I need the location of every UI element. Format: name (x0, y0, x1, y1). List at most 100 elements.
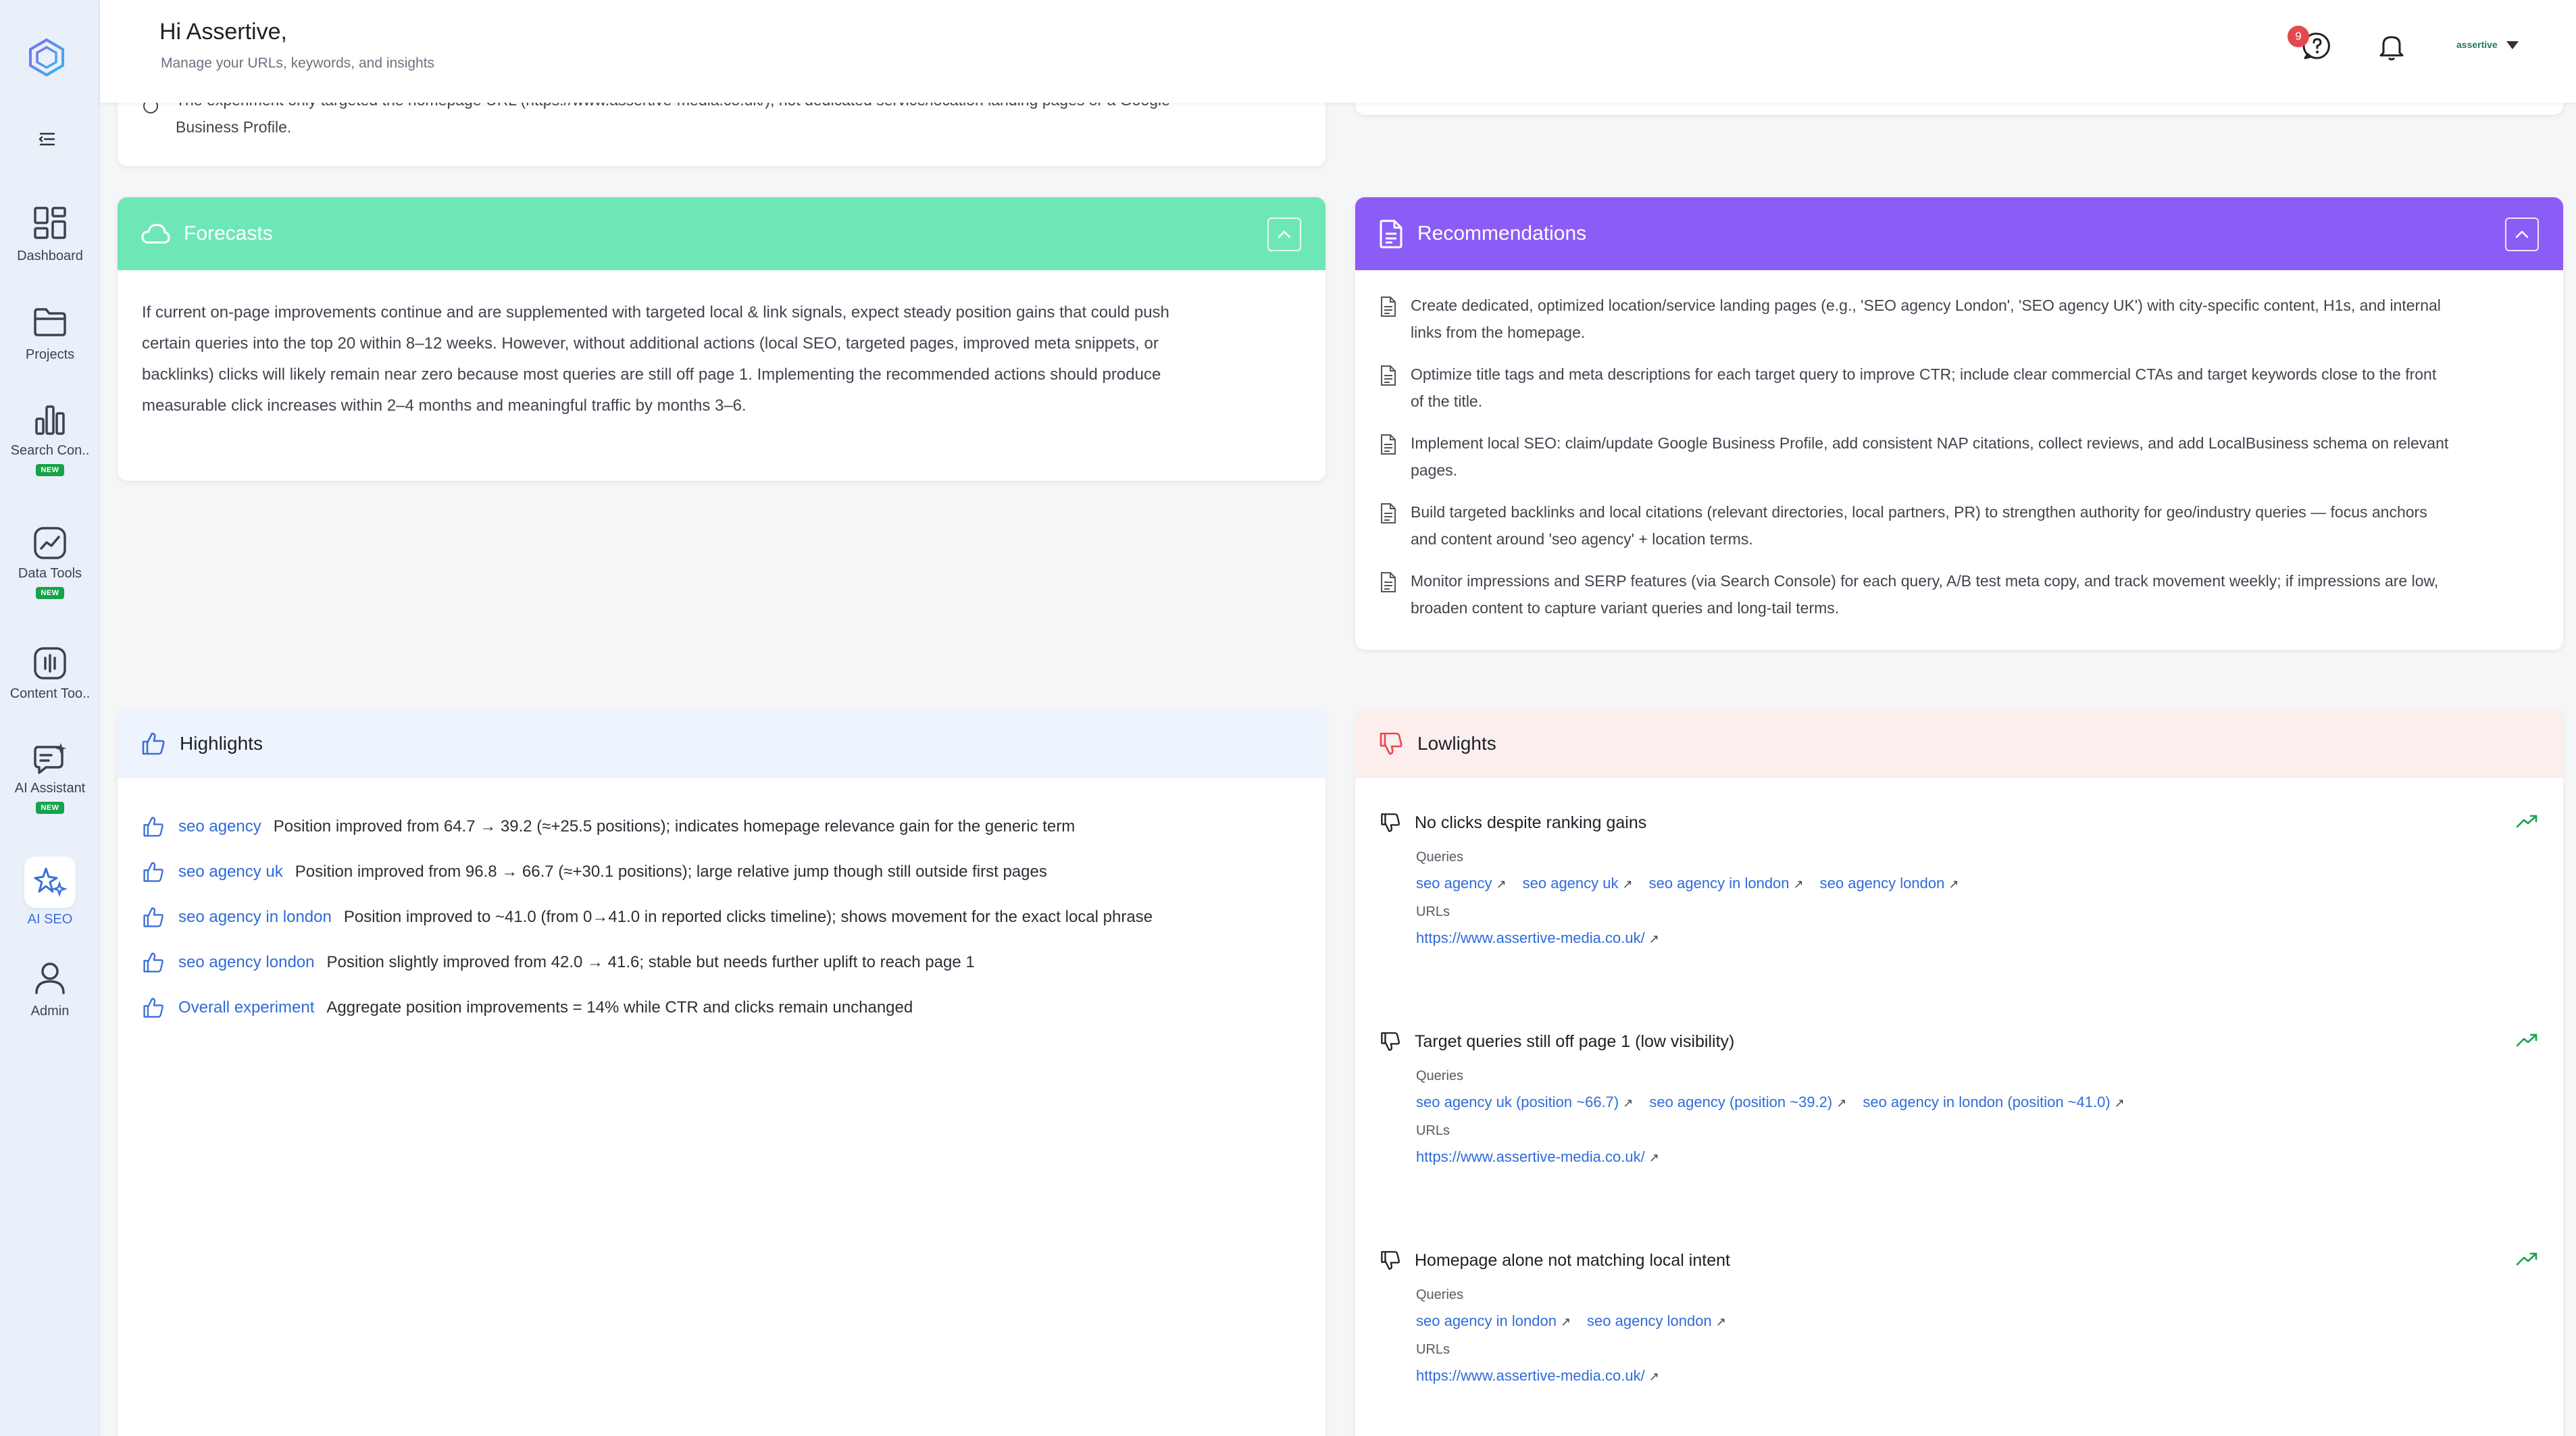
external-link-icon: ↗ (1948, 877, 1959, 891)
sidebar-item-ai-assistant[interactable]: AI Assistant NEW (0, 740, 100, 814)
recommendation-item: Optimize title tags and meta description… (1380, 361, 2539, 415)
recommendation-item: Create dedicated, optimized location/ser… (1380, 292, 2539, 346)
forecasts-card: Forecasts If current on-page improvement… (118, 197, 1325, 481)
lowlight-title: Target queries still off page 1 (low vis… (1415, 1031, 1735, 1051)
highlights-title: Highlights (180, 733, 263, 754)
sidebar-item-label: Projects (25, 347, 75, 362)
new-badge: NEW (36, 802, 64, 814)
query-link[interactable]: seo agency uk ↗ (1523, 875, 1633, 892)
trend-up-icon (2516, 815, 2537, 828)
highlight-query-link[interactable]: seo agency in london (178, 908, 332, 927)
sidebar-item-content-tools[interactable]: Content Too.. (0, 644, 100, 702)
query-link[interactable]: seo agency uk (position ~66.7) ↗ (1416, 1094, 1633, 1111)
document-icon (1381, 297, 1396, 317)
sidebar-item-search-console[interactable]: Search Con.. NEW (0, 401, 100, 476)
urls-label: URLs (1416, 904, 1450, 919)
lowlights-header: Lowlights (1355, 709, 2563, 778)
recommendation-item: Implement local SEO: claim/update Google… (1380, 430, 2539, 484)
query-links: seo agency uk (position ~66.7) ↗ seo agen… (1416, 1094, 2539, 1111)
recommendations-header[interactable]: Recommendations (1355, 197, 2563, 270)
url-link[interactable]: https://www.assertive-media.co.uk/↗ (1416, 929, 1659, 947)
query-link[interactable]: seo agency in london (position ~41.0) ↗ (1863, 1094, 2124, 1111)
recommendation-line: Optimize title tags and meta description… (1411, 365, 2437, 383)
recommendation-line: and content around 'seo agency' + locati… (1411, 530, 1753, 548)
query-link[interactable]: seo agency london ↗ (1587, 1312, 1726, 1330)
forecast-line: measurable click increases within 2–4 mo… (142, 396, 747, 415)
url-links: https://www.assertive-media.co.uk/↗ (1416, 929, 2539, 947)
scope-note-line: Business Profile. (176, 118, 292, 136)
query-link[interactable]: seo agency (position ~39.2) ↗ (1649, 1094, 1846, 1111)
highlight-query-link[interactable]: Overall experiment (178, 998, 314, 1017)
forecast-line: backlinks) clicks will likely remain nea… (142, 365, 1161, 384)
queries-label: Queries (1416, 1287, 1464, 1302)
app-logo-icon[interactable] (27, 38, 66, 77)
highlight-query-link[interactable]: seo agency (178, 817, 261, 836)
lowlight-item: No clicks despite ranking gains Queries … (1380, 808, 2539, 947)
thumbs-down-icon (1381, 813, 1400, 832)
sparkle-stars-icon (34, 867, 68, 897)
query-link[interactable]: seo agency london ↗ (1820, 875, 1959, 892)
sidebar-item-label: Dashboard (17, 249, 83, 263)
lowlight-item: Target queries still off page 1 (low vis… (1380, 1027, 2539, 1166)
highlight-item: seo agency in london Position improved t… (142, 894, 1153, 940)
sidebar-item-data-tools[interactable]: Data Tools NEW (0, 524, 100, 599)
highlights-header: Highlights (118, 709, 1325, 778)
highlights-list: seo agency Position improved from 64.7 →… (142, 804, 1153, 1030)
highlight-query-link[interactable]: seo agency uk (178, 863, 283, 881)
thumbs-up-icon (143, 997, 163, 1018)
thumbs-down-icon (1380, 732, 1403, 755)
highlight-item: seo agency london Position slightly impr… (142, 940, 1153, 985)
sidebar-item-ai-seo[interactable]: AI SEO (0, 856, 100, 927)
new-badge: NEW (36, 464, 64, 476)
highlights-card: Highlights seo agency Position improved … (118, 709, 1325, 1436)
query-links: seo agency ↗ seo agency uk ↗ seo agency in… (1416, 875, 2539, 892)
forecast-line: certain queries into the top 20 within 8… (142, 334, 1159, 353)
new-badge: NEW (36, 587, 64, 599)
sidebar-item-dashboard[interactable]: Dashboard (0, 204, 100, 264)
bell-icon[interactable] (2375, 30, 2408, 62)
recommendation-line: Build targeted backlinks and local citat… (1411, 503, 2427, 521)
recommendation-item: Build targeted backlinks and local citat… (1380, 498, 2539, 553)
collapse-menu-icon[interactable] (36, 128, 58, 150)
top-header: Hi Assertive, Manage your URLs, keywords… (100, 0, 2576, 103)
thumbs-down-icon (1381, 1032, 1400, 1051)
query-link[interactable]: seo agency in london ↗ (1416, 1312, 1571, 1330)
external-link-icon: ↗ (1793, 877, 1804, 891)
content-tools-icon (34, 647, 66, 679)
lowlight-title: No clicks despite ranking gains (1415, 813, 1647, 832)
highlight-item: Overall experiment Aggregate position im… (142, 985, 1153, 1030)
external-link-icon: ↗ (1623, 1096, 1634, 1110)
forecasts-title: Forecasts (184, 222, 273, 245)
forecasts-header[interactable]: Forecasts (118, 197, 1325, 270)
query-link[interactable]: seo agency ↗ (1416, 875, 1507, 892)
line-chart-icon (34, 527, 66, 559)
document-icon (1381, 365, 1396, 386)
url-link[interactable]: https://www.assertive-media.co.uk/↗ (1416, 1148, 1659, 1166)
forecasts-body: If current on-page improvements continue… (142, 297, 1169, 421)
recommendation-line: links from the homepage. (1411, 324, 1586, 341)
highlight-query-link[interactable]: seo agency london (178, 953, 315, 972)
query-link[interactable]: seo agency in london ↗ (1649, 875, 1804, 892)
collapse-forecasts-button[interactable] (1267, 217, 1301, 251)
urls-label: URLs (1416, 1123, 1450, 1138)
recommendation-item: Monitor impressions and SERP features (v… (1380, 567, 2539, 621)
collapse-recommendations-button[interactable] (2505, 217, 2539, 251)
external-link-icon: ↗ (2114, 1096, 2125, 1110)
queries-label: Queries (1416, 1069, 1464, 1083)
user-menu-name[interactable]: assertive (2456, 39, 2498, 50)
active-indicator (24, 856, 76, 908)
recommendations-list: Create dedicated, optimized location/ser… (1380, 292, 2539, 636)
chevron-up-icon (2515, 230, 2529, 238)
sidebar-item-admin[interactable]: Admin (0, 959, 100, 1019)
external-link-icon: ↗ (1560, 1315, 1571, 1329)
chevron-down-icon[interactable] (2505, 39, 2520, 51)
sidebar-item-projects[interactable]: Projects (0, 303, 100, 363)
external-link-icon: ↗ (1836, 1096, 1847, 1110)
sidebar-item-label: Search Con.. (10, 443, 90, 458)
dashboard-icon (34, 207, 66, 239)
url-link[interactable]: https://www.assertive-media.co.uk/↗ (1416, 1367, 1659, 1385)
user-icon (35, 963, 65, 994)
highlight-description: Position improved to ~41.0 (from 0→41.0 … (343, 907, 1153, 926)
cloud-icon (141, 224, 170, 244)
recommendation-line: Implement local SEO: claim/update Google… (1411, 434, 2449, 452)
